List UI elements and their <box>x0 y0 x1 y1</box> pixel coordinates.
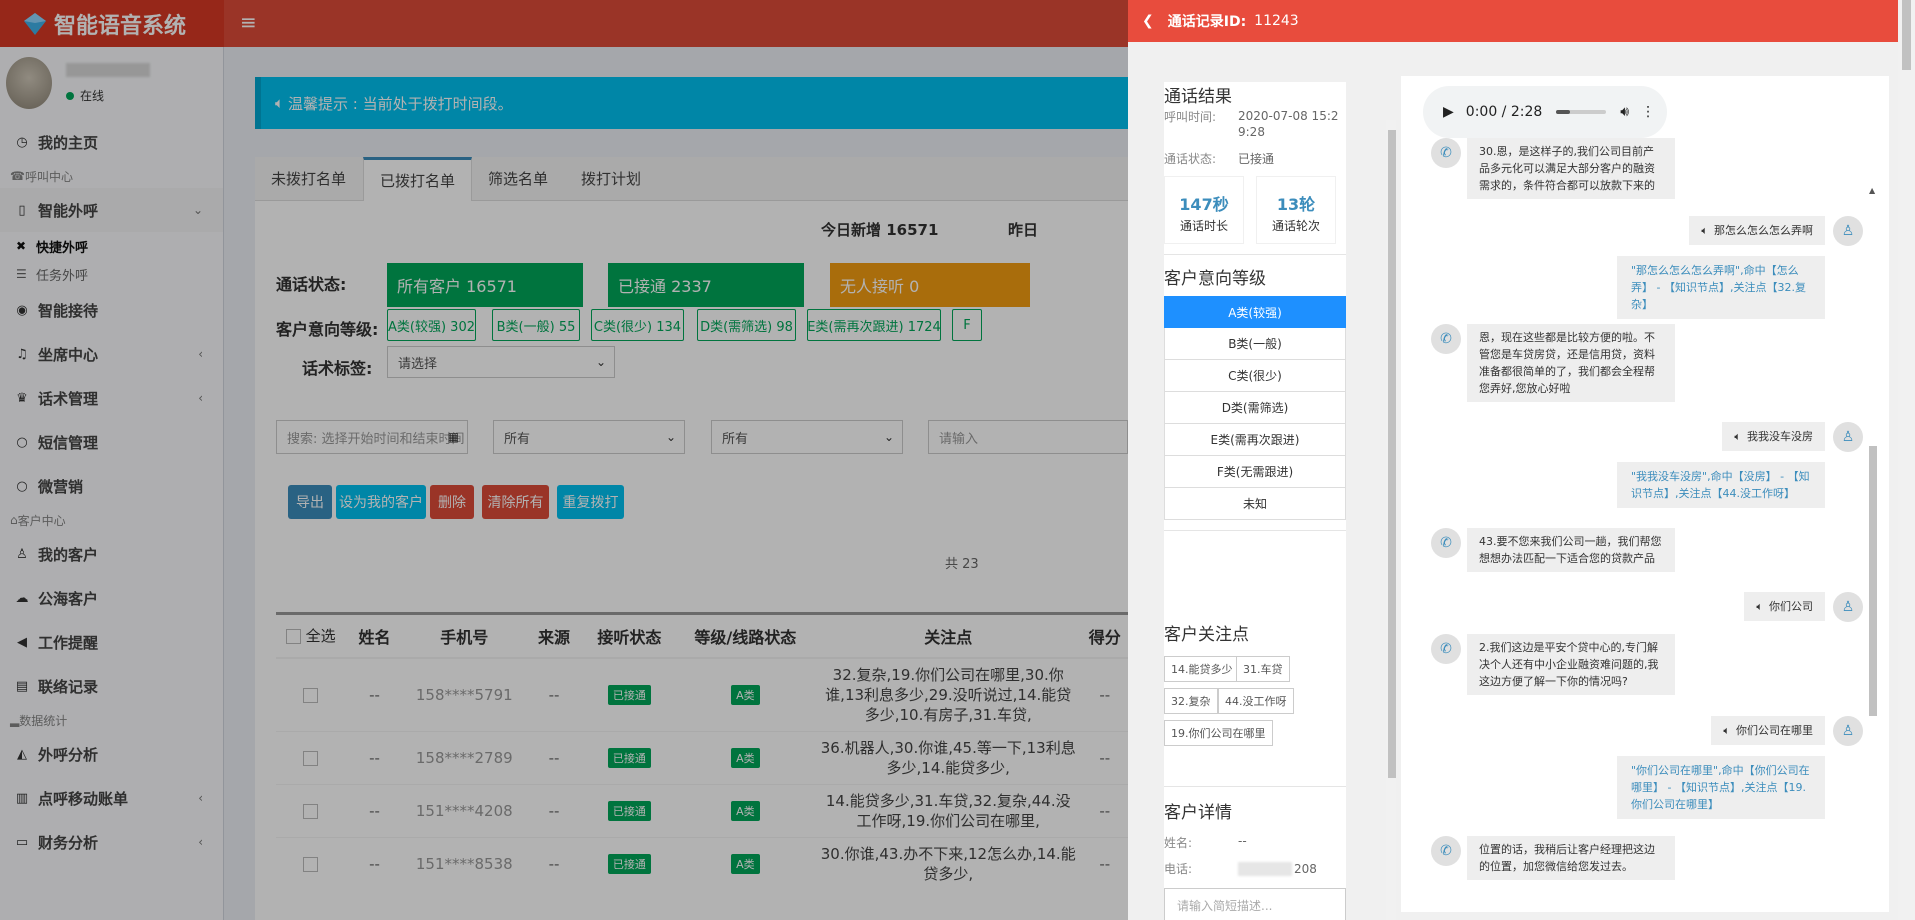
scrollbar-thumb[interactable] <box>1869 446 1877 716</box>
focus-points-title: 客户关注点 <box>1164 625 1249 645</box>
drawer-header: ❮ 通话记录ID: 11243 <box>1128 0 1915 42</box>
intent-level-option[interactable]: B类(一般) <box>1164 328 1346 360</box>
rounds-label: 通话轮次 <box>1271 219 1320 233</box>
note-textarea[interactable]: 请输入简短描述... <box>1164 888 1346 920</box>
call-time-line: 呼叫时间: 2020-07-08 15:29:28 <box>1164 108 1346 140</box>
duration-card: 147秒 通话时长 <box>1164 176 1244 244</box>
customer-message: 🔈︎ 你们公司在哪里 <box>1711 716 1825 745</box>
customer-message: 🔈︎ 那怎么怎么怎么弄啊 <box>1689 216 1825 245</box>
customer-name-line: 姓名: -- <box>1164 834 1247 851</box>
divider <box>1164 786 1346 787</box>
name-value: -- <box>1238 834 1247 848</box>
audio-time: 0:00 / 2:28 <box>1465 104 1543 120</box>
agent-message: 恩，现在这些都是比较方便的啦。不管您是车贷房贷，还是信用贷，资料准备都很简单的了… <box>1467 324 1675 402</box>
drawer-body: 通话结果 呼叫时间: 2020-07-08 15:29:28 通话状态: 已接通… <box>1128 0 1915 920</box>
duration-label: 通话时长 <box>1179 219 1228 233</box>
focus-tag: 19.你们公司在哪里 <box>1164 720 1273 746</box>
call-time-value: 2020-07-08 15:29:28 <box>1238 109 1339 139</box>
customer-detail-title: 客户详情 <box>1164 803 1232 823</box>
keyword-hit-message: "我我没车没房",命中【没房】 - 【知识节点】,关注点【44.没工作呀】 <box>1617 462 1825 508</box>
rounds-value: 13轮 <box>1276 195 1316 214</box>
intent-level-option[interactable]: 未知 <box>1164 488 1346 520</box>
call-info-panel: 通话结果 呼叫时间: 2020-07-08 15:29:28 通话状态: 已接通… <box>1164 82 1346 920</box>
intent-level-option[interactable]: E类(需再次跟进) <box>1164 424 1346 456</box>
name-label: 姓名: <box>1164 836 1193 850</box>
speaker-icon[interactable]: 🔈︎ <box>1734 428 1741 445</box>
divider <box>1164 530 1346 531</box>
focus-tag: 32.复杂 <box>1164 688 1218 714</box>
user-avatar-icon: ♙ <box>1833 216 1863 246</box>
keyword-hit-message: "那怎么怎么怎么弄啊",命中【怎么弄】 - 【知识节点】,关注点【32.复杂】 <box>1617 256 1825 319</box>
intent-level-list: A类(较强) B类(一般) C类(很少) D类(需筛选) E类(需再次跟进) F类(无需跟… <box>1164 296 1346 520</box>
keyword-hit-message: "你们公司在哪里",命中【你们公司在哪里】 - 【知识节点】,关注点【19.你们… <box>1617 756 1825 819</box>
phone-avatar-icon: ✆ <box>1431 138 1461 168</box>
user-avatar-icon: ♙ <box>1833 592 1863 622</box>
intent-level-title: 客户意向等级 <box>1164 269 1266 289</box>
call-status-label: 通话状态: <box>1164 152 1217 166</box>
agent-message: 位置的话，我稍后让客户经理把这边的位置，加您微信给您发过去。 <box>1467 836 1675 880</box>
speaker-icon[interactable]: 🔈︎ <box>1756 598 1763 615</box>
chevron-left-back-icon[interactable]: ❮ <box>1142 13 1154 29</box>
agent-message: 43.要不您来我们公司一趟，我们帮您想想办法匹配一下适合您的贷款产品 <box>1467 528 1675 572</box>
more-vertical-icon[interactable]: ⋮ <box>1641 104 1655 120</box>
rounds-card: 13轮 通话轮次 <box>1256 176 1336 244</box>
customer-message: 🔈︎ 我我没车没房 <box>1722 422 1825 451</box>
volume-icon[interactable]: 🔊︎ <box>1620 104 1629 120</box>
user-avatar-icon: ♙ <box>1833 422 1863 452</box>
phone-value: 208 <box>1294 861 1317 876</box>
left-scrollbar[interactable] <box>1386 120 1396 920</box>
customer-phone-line: 电话: 208 <box>1164 860 1317 877</box>
scrollbar-thumb[interactable] <box>1902 0 1911 70</box>
focus-tag: 44.没工作呀 <box>1218 688 1294 714</box>
scroll-up-arrow-icon[interactable]: ▲ <box>1869 186 1875 195</box>
agent-message: 30.恩，是这样子的,我们公司目前产品多元化可以满足大部分客户的融资需求的，条件… <box>1467 138 1675 199</box>
record-id: 11243 <box>1254 13 1299 29</box>
phone-avatar-icon: ✆ <box>1431 634 1461 664</box>
intent-level-option[interactable]: A类(较强) <box>1164 296 1346 328</box>
phone-avatar-icon: ✆ <box>1431 836 1461 866</box>
intent-level-option[interactable]: C类(很少) <box>1164 360 1346 392</box>
agent-message: 2.我们这边是平安个贷中心的,专门解决个人还有中小企业融资难问题的,我这边方便了… <box>1467 634 1675 695</box>
phone-avatar-icon: ✆ <box>1431 528 1461 558</box>
duration-value: 147秒 <box>1179 195 1229 214</box>
call-record-drawer: ❮ 通话记录ID: 11243 通话结果 呼叫时间: 2020-07-08 15… <box>1128 0 1915 920</box>
call-status-line: 通话状态: 已接通 <box>1164 150 1274 167</box>
intent-level-option[interactable]: D类(需筛选) <box>1164 392 1346 424</box>
call-result-title: 通话结果 <box>1164 87 1232 107</box>
phone-value-wrap: 208 <box>1238 860 1317 877</box>
call-time-label: 呼叫时间: <box>1164 110 1217 124</box>
transcript-scrollbar[interactable]: ▲ ▼ <box>1867 186 1879 920</box>
phone-label: 电话: <box>1164 862 1193 876</box>
audio-player[interactable]: ▶ 0:00 / 2:28 🔊︎ ⋮ <box>1423 86 1667 138</box>
scrollbar-thumb[interactable] <box>1388 130 1396 778</box>
focus-tag: 31.车贷 <box>1236 656 1290 682</box>
speaker-icon[interactable]: 🔈︎ <box>1701 222 1708 239</box>
user-avatar-icon: ♙ <box>1833 716 1863 746</box>
divider <box>1164 254 1346 255</box>
focus-tag: 14.能贷多少 <box>1164 656 1240 682</box>
transcript-panel: ▶ 0:00 / 2:28 🔊︎ ⋮ ✆ 30.恩，是这样子的,我们公司目前产品多… <box>1401 76 1889 912</box>
call-status-value: 已接通 <box>1238 152 1275 166</box>
drawer-scrollbar[interactable] <box>1898 0 1915 920</box>
phone-avatar-icon: ✆ <box>1431 324 1461 354</box>
intent-level-option[interactable]: F类(无需跟进) <box>1164 456 1346 488</box>
audio-progress-bar[interactable] <box>1556 110 1607 114</box>
modal-overlay[interactable] <box>0 0 1128 920</box>
drawer-title: 通话记录ID: <box>1167 14 1247 30</box>
play-icon[interactable]: ▶ <box>1443 104 1454 120</box>
phone-blur <box>1238 861 1292 876</box>
customer-message: 🔈︎ 你们公司 <box>1744 592 1825 621</box>
speaker-icon[interactable]: 🔈︎ <box>1723 722 1730 739</box>
